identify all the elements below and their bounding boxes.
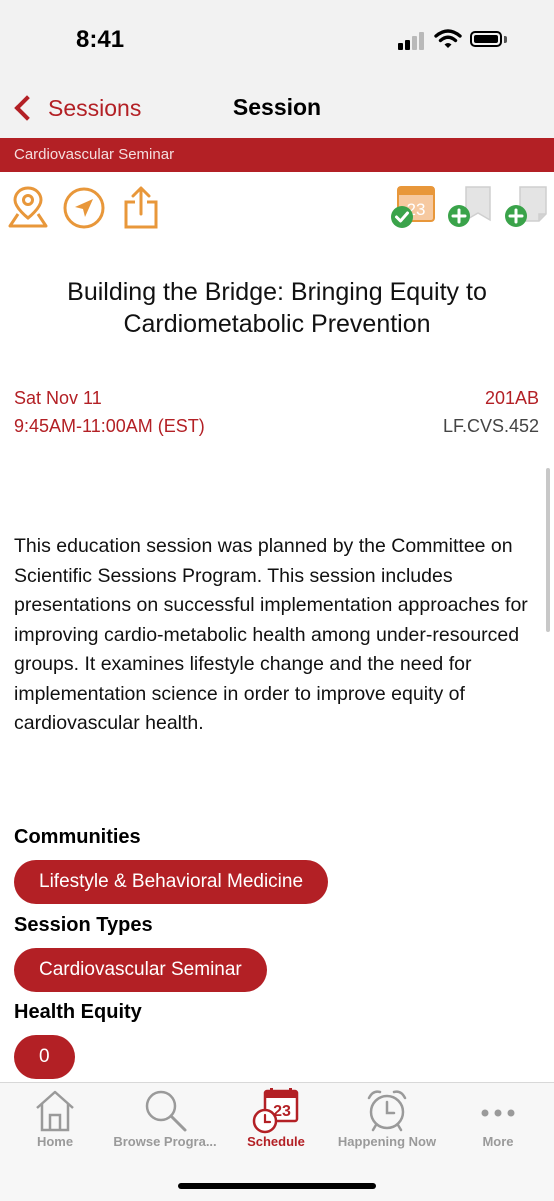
- tab-schedule[interactable]: 23 Schedule: [221, 1083, 331, 1153]
- tab-schedule-label: Schedule: [247, 1134, 305, 1149]
- session-time: 9:45AM-11:00AM (EST): [14, 416, 205, 436]
- communities-tag[interactable]: Lifestyle & Behavioral Medicine: [14, 860, 329, 904]
- search-icon: [145, 1090, 187, 1132]
- add-bookmark-icon[interactable]: [446, 184, 494, 230]
- tab-home[interactable]: Home: [0, 1083, 110, 1153]
- category-label: Cardiovascular Seminar: [14, 146, 175, 163]
- health-equity-tag[interactable]: 0: [14, 1035, 75, 1079]
- tab-more[interactable]: More: [443, 1083, 553, 1153]
- home-icon: [36, 1090, 74, 1132]
- session-room: 201AB: [484, 388, 539, 408]
- navigation-bar: Sessions Session: [0, 80, 554, 138]
- scroll-indicator[interactable]: [546, 468, 550, 632]
- session-title: Building the Bridge: Bringing Equity to …: [67, 278, 487, 338]
- session-code: LF.CVS.452: [442, 416, 539, 436]
- status-bar: 8:41: [0, 0, 554, 80]
- communities-heading: Communities: [14, 826, 141, 848]
- category-banner: Cardiovascular Seminar: [0, 138, 554, 172]
- session-date: Sat Nov 11: [14, 388, 102, 408]
- session-types-heading: Session Types: [14, 914, 153, 936]
- home-indicator: [178, 1183, 376, 1189]
- share-icon[interactable]: [122, 186, 160, 230]
- cellular-signal-icon: [398, 32, 426, 50]
- tab-home-label: Home: [36, 1134, 74, 1149]
- session-description: This education session was planned by th…: [14, 535, 528, 734]
- tab-happening-now-label: Happening Now: [337, 1134, 437, 1149]
- tab-happening-now[interactable]: Happening Now: [332, 1083, 442, 1153]
- add-note-icon[interactable]: [502, 184, 550, 230]
- tab-browse-program-label: Browse Progra...: [113, 1134, 217, 1149]
- location-pin-icon[interactable]: [6, 184, 50, 230]
- battery-icon: [470, 31, 502, 47]
- tab-more-label: More: [482, 1134, 514, 1149]
- calendar-clock-icon: 23: [252, 1088, 299, 1134]
- navigate-arrow-icon[interactable]: [62, 186, 106, 230]
- alarm-clock-icon: [367, 1090, 407, 1132]
- wifi-icon: [434, 29, 462, 48]
- status-time: 8:41: [76, 26, 125, 53]
- tab-browse-program[interactable]: Browse Progra...: [110, 1083, 220, 1153]
- more-dots-icon: [481, 1109, 515, 1117]
- page-title: Session: [232, 94, 322, 120]
- battery-tip: [504, 36, 507, 43]
- session-type-tag[interactable]: Cardiovascular Seminar: [14, 948, 267, 992]
- calendar-added-icon[interactable]: 23: [390, 184, 438, 230]
- health-equity-heading: Health Equity: [14, 1001, 142, 1023]
